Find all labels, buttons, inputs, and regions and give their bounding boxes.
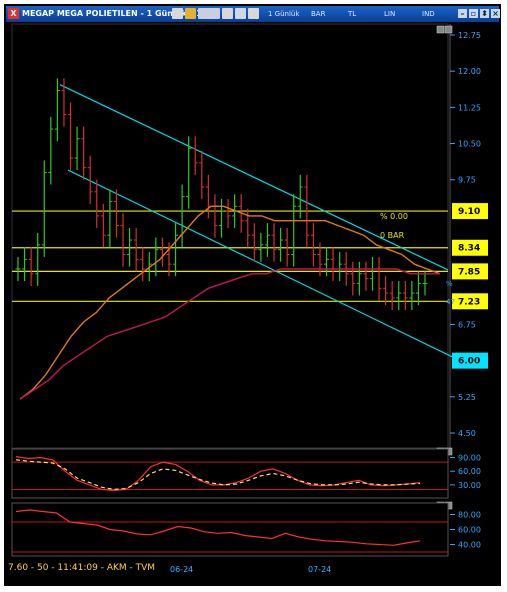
price-tick-label-3: 10.50 bbox=[458, 140, 481, 149]
date-tick-1: 06-24 bbox=[170, 565, 194, 574]
osc1-tick-1: 60.00 bbox=[458, 467, 481, 476]
price-tick-label-6: 5.25 bbox=[458, 393, 476, 402]
edge-label-1: 47 bbox=[446, 298, 455, 306]
price-tick-label-1: 12.00 bbox=[458, 67, 481, 76]
date-tick-2: 07-24 bbox=[308, 565, 332, 574]
panel-button-b-0 bbox=[444, 25, 453, 34]
price-badge-label-2: 7.85 bbox=[458, 267, 480, 277]
price-badge-label-0: 9.10 bbox=[458, 207, 480, 217]
osc1-tick-2: 30.00 bbox=[458, 481, 481, 490]
price-badge-label-4: 6.00 bbox=[458, 357, 480, 367]
level-annotation-1: 0 BAR bbox=[380, 231, 405, 240]
price-badge-label-1: 8.34 bbox=[458, 244, 480, 254]
osc2-area bbox=[11, 502, 449, 557]
osc1-tick-0: 90.00 bbox=[458, 454, 481, 463]
level-annotation-0: % 0.00 bbox=[380, 212, 408, 221]
price-tick-label-4: 9.75 bbox=[458, 176, 476, 185]
osc2-tick-0: 80.00 bbox=[458, 511, 481, 520]
price-tick-label-5: 6.75 bbox=[458, 320, 476, 329]
osc2-tick-1: 60.00 bbox=[458, 526, 481, 535]
price-badge-label-3: 7.23 bbox=[458, 297, 480, 307]
osc1-area bbox=[11, 448, 449, 499]
osc2-tick-2: 40.00 bbox=[458, 541, 481, 550]
edge-label-0: % bbox=[446, 280, 453, 288]
price-tick-label-2: 11.25 bbox=[458, 103, 481, 112]
price-chart[interactable]: 12.75 12.00 11.25 10.50 9.75 6.75 5.25 4.50 9.10… bbox=[0, 0, 507, 592]
price-tick-label-0: 12.75 bbox=[458, 31, 481, 40]
price-tick-label-7: 4.50 bbox=[458, 429, 476, 438]
panel-button-0 bbox=[436, 25, 445, 34]
status-text: 7.60 - 50 - 11:41:09 - AKM - TVM bbox=[8, 563, 156, 573]
